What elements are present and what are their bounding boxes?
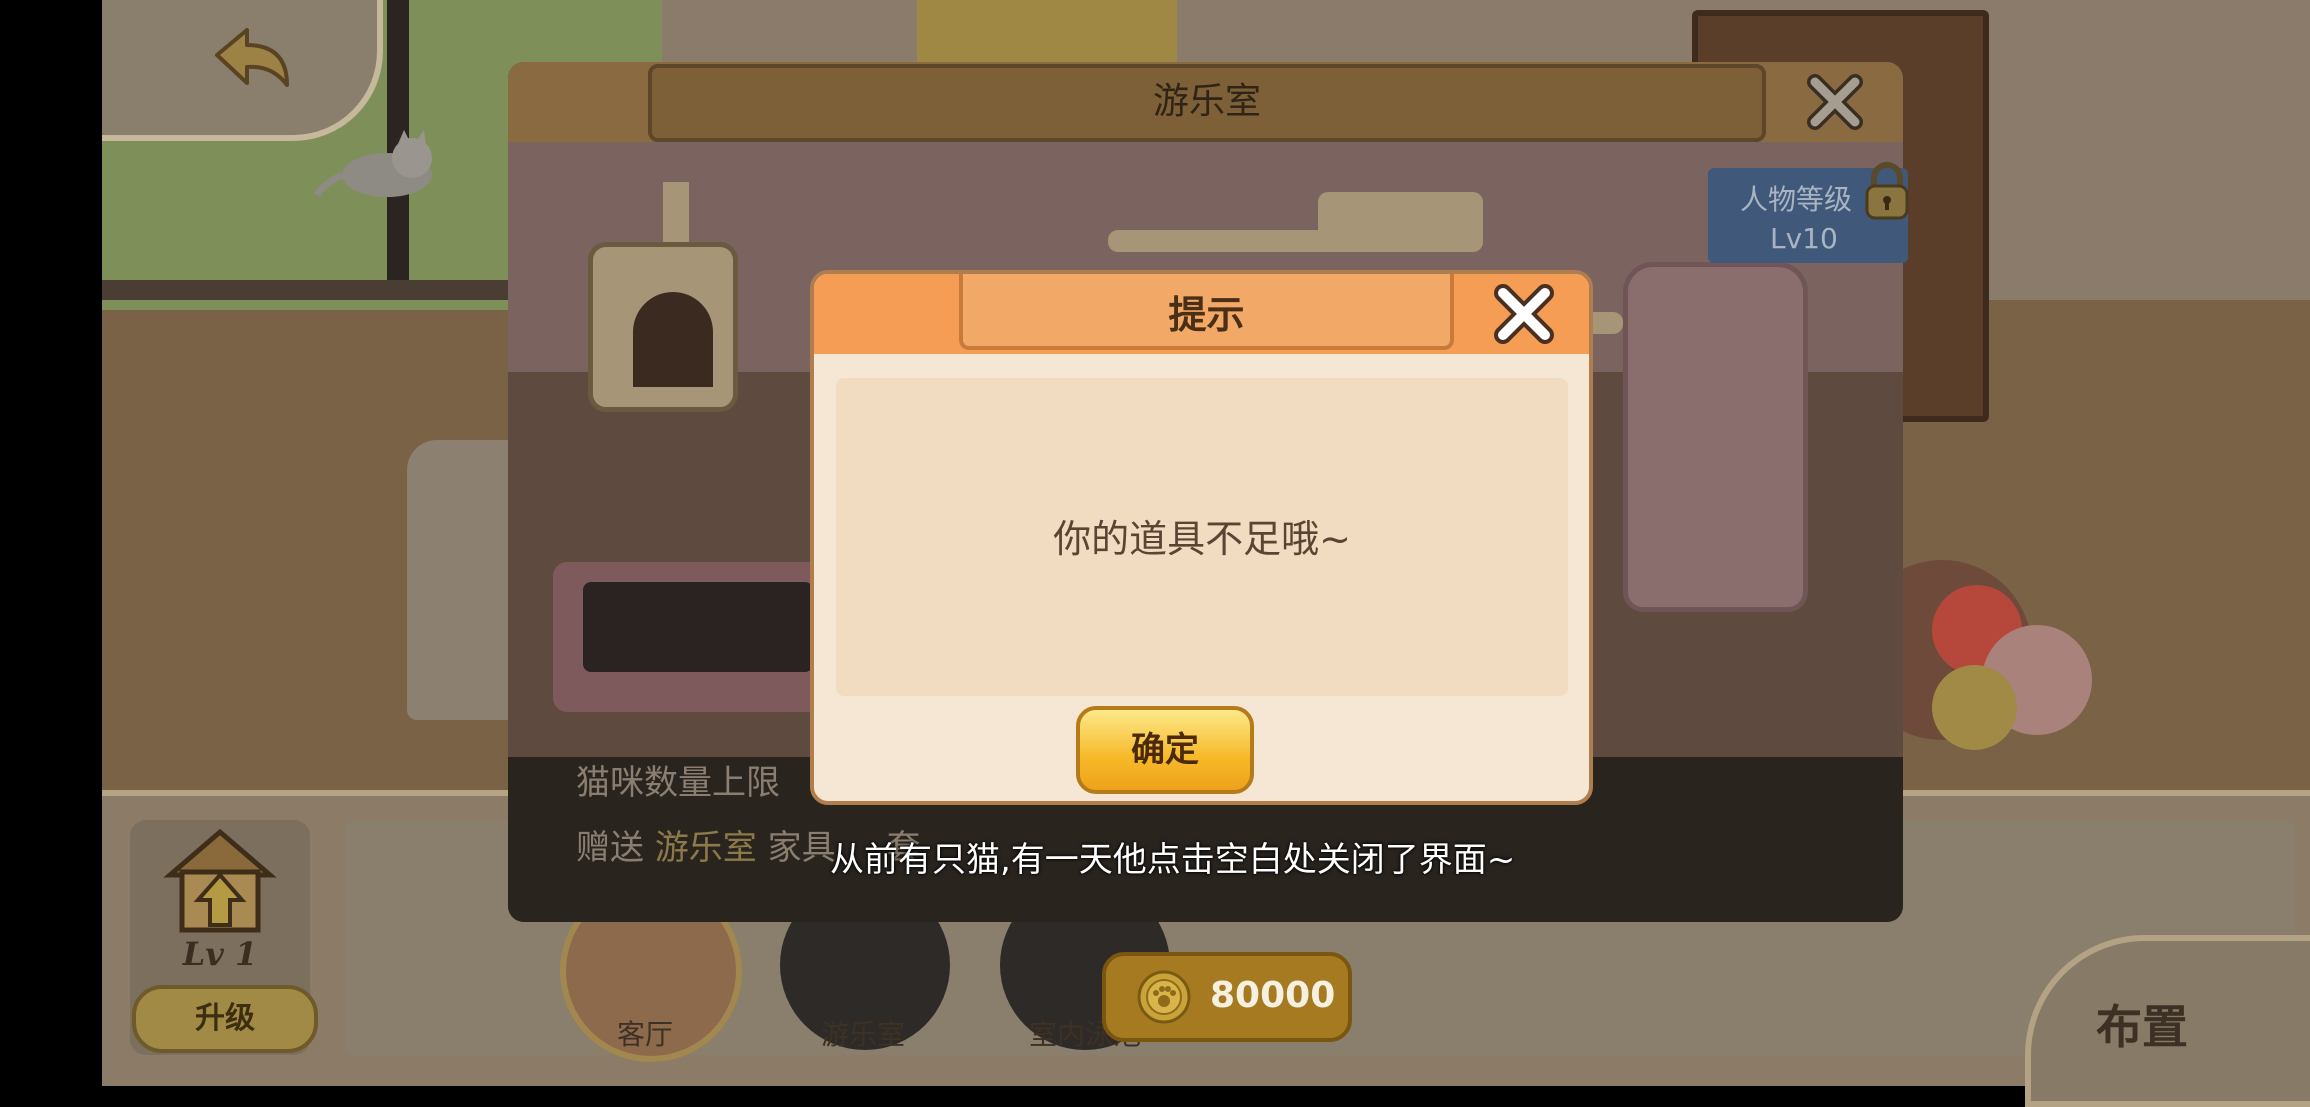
playroom-title: 游乐室 (1152, 81, 1261, 122)
hint-message: 你的道具不足哦~ (1053, 517, 1351, 561)
close-icon[interactable] (1489, 279, 1559, 349)
confirm-button[interactable]: 确定 (1076, 706, 1254, 794)
cat-on-windowsill (313, 130, 432, 197)
wall-shelf (1108, 230, 1338, 252)
slide (1623, 262, 1808, 612)
coin-value: 80000 (1210, 975, 1336, 1016)
level-requirement-label: 人物等级 (1740, 183, 1853, 216)
gift-prefix: 赠送 (576, 828, 644, 868)
treadmill-belt (583, 582, 813, 672)
house-upgrade-icon (163, 828, 277, 933)
cat-limit-label: 猫咪数量上限 (576, 763, 780, 803)
coin-icon (1137, 970, 1191, 1024)
back-arrow-icon (215, 28, 289, 87)
hint-title: 提示 (1168, 293, 1245, 337)
hint-content-box: 你的道具不足哦~ (836, 378, 1568, 696)
gift-room-name: 游乐室 (654, 828, 757, 868)
arrange-label: 布置 (2096, 1000, 2188, 1054)
level-requirement-value: Lv10 (1770, 222, 1838, 255)
lock-icon (1865, 162, 1909, 220)
wall-box (1318, 192, 1483, 252)
close-icon[interactable] (1803, 70, 1867, 134)
cat-tower-hole (633, 292, 713, 387)
gift-suffix: 家具 (767, 828, 836, 868)
room-label-playroom: 游乐室 (820, 1018, 905, 1051)
subtitle-caption: 从前有只猫,有一天他点击空白处关闭了界面~ (830, 840, 1516, 880)
hint-dialog: 提示 你的道具不足哦~ 确定 (810, 270, 1593, 805)
room-label-livingroom: 客厅 (616, 1018, 673, 1051)
upgrade-button[interactable]: 升级 (132, 985, 318, 1053)
back-button[interactable] (102, 0, 383, 141)
house-level: Lv 1 (182, 935, 258, 973)
